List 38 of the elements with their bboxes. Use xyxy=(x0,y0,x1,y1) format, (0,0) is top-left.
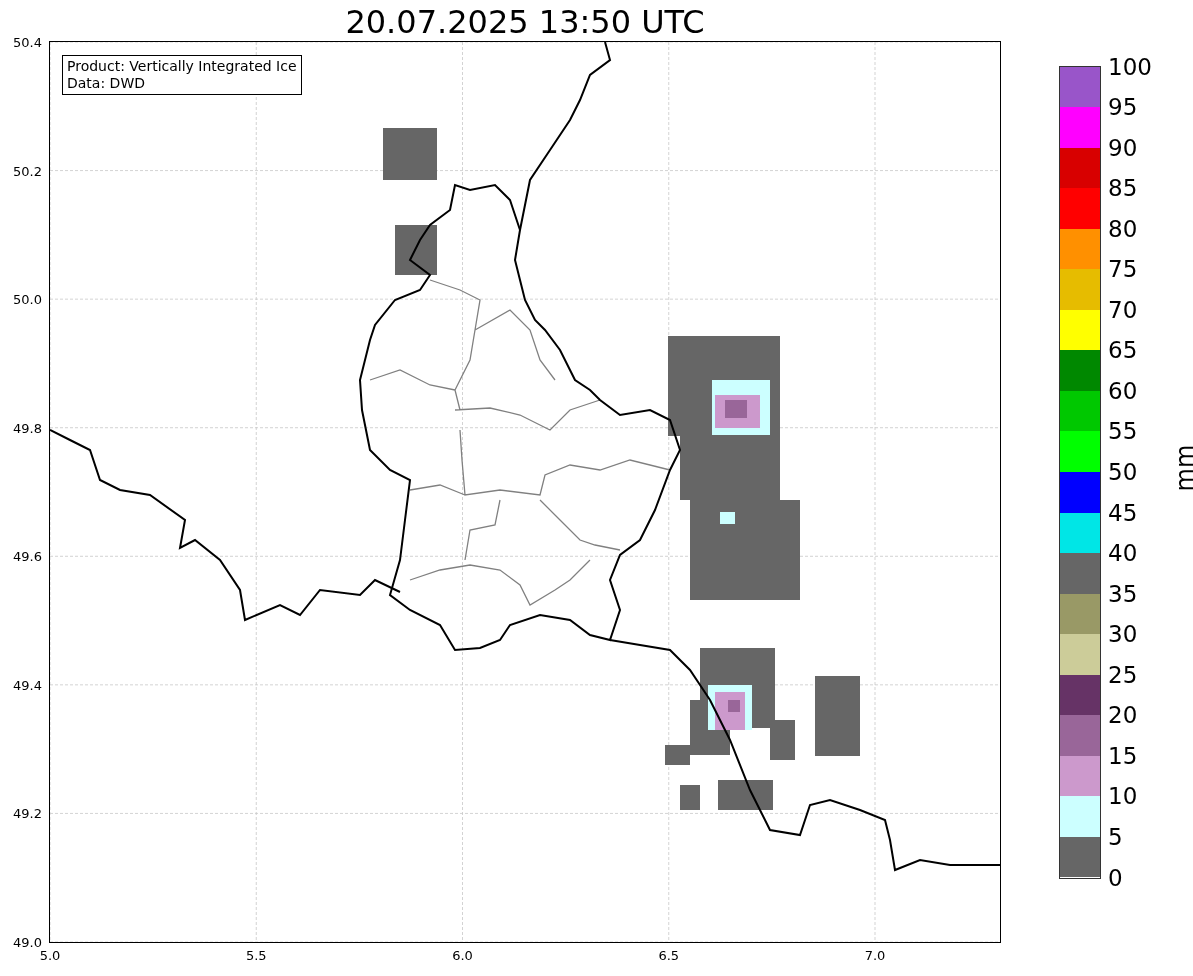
x-tick-label: 6.0 xyxy=(452,948,473,963)
colorbar-tick-label: 95 xyxy=(1108,94,1138,121)
colorbar-tick-label: 20 xyxy=(1108,702,1138,729)
colorbar-tick-label: 65 xyxy=(1108,337,1138,364)
colorbar-tick-label: 80 xyxy=(1108,215,1138,242)
chart-title: 20.07.2025 13:50 UTC xyxy=(344,2,706,42)
y-tick-label: 49.0 xyxy=(13,934,42,950)
x-tick-label: 5.5 xyxy=(245,948,267,963)
colorbar-unit-label: mm xyxy=(1171,444,1193,492)
y-tick-label: 49.2 xyxy=(13,805,42,821)
colorbar-tick-label: 55 xyxy=(1108,418,1138,445)
colorbar-tick-label: 75 xyxy=(1108,256,1138,283)
x-tick-label: 6.5 xyxy=(658,948,680,963)
y-tick-label: 50.4 xyxy=(13,34,42,50)
y-tick-label: 50.0 xyxy=(13,291,42,307)
colorbar-tick-label: 15 xyxy=(1108,742,1138,769)
colorbar-tick-label: 90 xyxy=(1108,134,1138,161)
colorbar-tick-label: 10 xyxy=(1108,783,1138,810)
colorbar-tick-label: 35 xyxy=(1108,580,1138,607)
colorbar-tick-label: 30 xyxy=(1108,621,1138,648)
y-tick-label: 49.4 xyxy=(13,677,42,693)
colorbar-tick-label: 100 xyxy=(1108,53,1152,80)
colorbar-tick-label: 45 xyxy=(1108,499,1138,526)
info-text: Product: Vertically Integrated Ice xyxy=(67,58,297,75)
colorbar-tick-label: 40 xyxy=(1108,540,1138,567)
colorbar-tick-label: 85 xyxy=(1108,175,1138,202)
colorbar-tick-label: 50 xyxy=(1108,459,1138,485)
colorbar-tick-label: 60 xyxy=(1108,377,1138,404)
colorbar-tick-label: 25 xyxy=(1108,661,1138,688)
y-tick-label: 49.8 xyxy=(13,420,42,436)
x-tick-label: 5.0 xyxy=(39,948,61,963)
colorbar-tick-label: 5 xyxy=(1108,823,1123,850)
y-tick-label: 50.2 xyxy=(13,163,42,179)
colorbar-tick-label: 70 xyxy=(1108,296,1138,323)
colorbar-tick-label: 0 xyxy=(1108,864,1123,891)
x-tick-label: 7.0 xyxy=(864,948,886,963)
y-tick-label: 49.6 xyxy=(13,548,42,564)
info-text: Data: DWD xyxy=(67,75,146,92)
